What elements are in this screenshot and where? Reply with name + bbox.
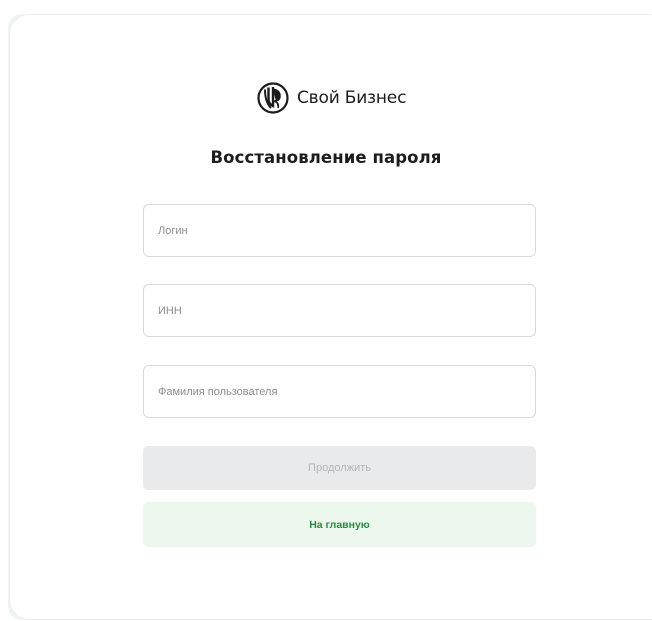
surname-field[interactable]	[143, 365, 536, 418]
page-title: Восстановление пароля	[210, 148, 442, 167]
brand-header: Свой Бизнес	[257, 80, 406, 116]
continue-button[interactable]: Продолжить	[143, 446, 536, 490]
login-input[interactable]	[158, 224, 521, 237]
home-button-label: На главную	[309, 518, 370, 531]
brand-name: Свой Бизнес	[297, 88, 407, 108]
surname-input[interactable]	[158, 385, 521, 398]
svoy-biznes-logo-icon	[257, 82, 289, 114]
login-field[interactable]	[143, 204, 536, 257]
continue-button-label: Продолжить	[308, 462, 371, 474]
home-button[interactable]: На главную	[143, 502, 536, 547]
inn-input[interactable]	[158, 304, 521, 317]
inn-field[interactable]	[143, 284, 536, 337]
